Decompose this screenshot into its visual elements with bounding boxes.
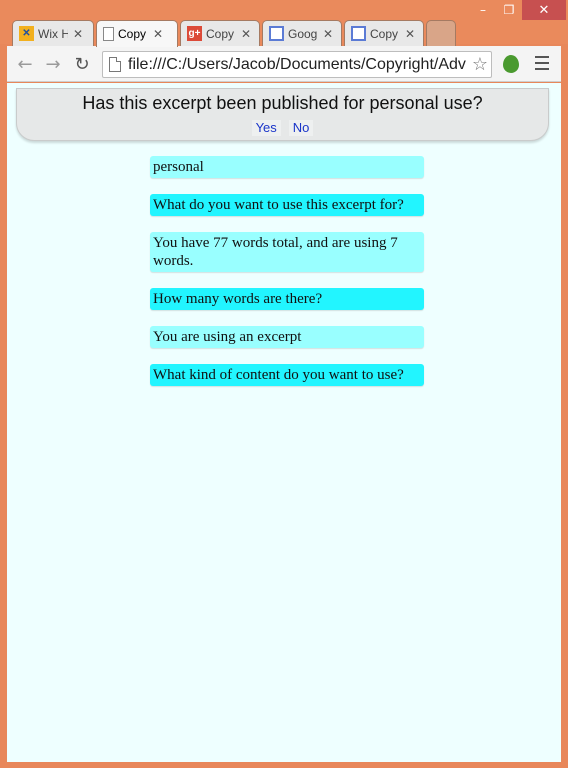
evernote-extension-icon[interactable] [503,55,519,73]
answer-bubble: personal [150,156,424,178]
menu-button[interactable] [535,56,549,70]
back-button[interactable]: ← [13,52,37,76]
answer-options: Yes No [17,120,548,136]
sites-icon [351,26,366,41]
maximize-button[interactable]: ❐ [496,0,522,20]
question-bubble: What kind of content do you want to use? [150,364,424,386]
google-plus-icon: g+ [187,26,202,41]
menu-bar-icon [535,56,549,58]
current-question: Has this excerpt been published for pers… [82,93,483,113]
sites-icon [269,26,284,41]
tab-wix[interactable]: ✕ Wix H ✕ [12,20,94,46]
forward-button[interactable]: → [41,52,65,76]
question-bubble: How many words are there? [150,288,424,310]
reload-button[interactable]: ↻ [70,52,94,76]
menu-bar-icon [535,62,549,64]
minimize-button[interactable]: – [470,0,496,20]
answer-bubble: You are using an excerpt [150,326,424,348]
no-button[interactable]: No [288,120,314,136]
tab-close-icon[interactable]: ✕ [323,27,333,41]
answer-bubble: You have 77 words total, and are using 7… [150,232,424,272]
tab-close-icon[interactable]: ✕ [405,27,415,41]
tab-close-icon[interactable]: ✕ [73,27,83,41]
conversation-history: personal What do you want to use this ex… [150,156,424,402]
browser-toolbar: ← → ↻ file:///C:/Users/Jacob/Documents/C… [7,46,561,82]
page-viewport: Has this excerpt been published for pers… [7,83,561,762]
bookmark-star-icon[interactable]: ☆ [469,54,491,75]
url-text[interactable]: file:///C:/Users/Jacob/Documents/Copyrig… [128,56,469,74]
address-bar[interactable]: file:///C:/Users/Jacob/Documents/Copyrig… [102,51,492,78]
tab-label: Goog [288,26,318,41]
tab-close-icon[interactable]: ✕ [241,27,251,41]
close-window-button[interactable]: ✕ [522,0,566,20]
tab-google-sites[interactable]: Goog ✕ [262,20,342,46]
tab-label: Wix H [38,26,68,41]
page-icon [103,27,114,41]
tab-label: Copy [118,27,147,41]
tab-copyright-active[interactable]: Copy ✕ [96,20,178,47]
menu-bar-icon [535,68,549,70]
tab-label: Copy [206,26,235,41]
tab-copy-sites[interactable]: Copy ✕ [344,20,424,46]
new-tab-button[interactable] [426,20,456,46]
tab-label: Copy [370,26,399,41]
question-panel: Has this excerpt been published for pers… [16,88,549,141]
page-icon [109,57,121,72]
question-bubble: What do you want to use this excerpt for… [150,194,424,216]
tab-google-plus[interactable]: g+ Copy ✕ [180,20,260,46]
window-bottom-border [0,762,568,768]
wix-icon: ✕ [19,26,34,41]
yes-button[interactable]: Yes [251,120,281,136]
tab-close-icon[interactable]: ✕ [153,27,163,41]
